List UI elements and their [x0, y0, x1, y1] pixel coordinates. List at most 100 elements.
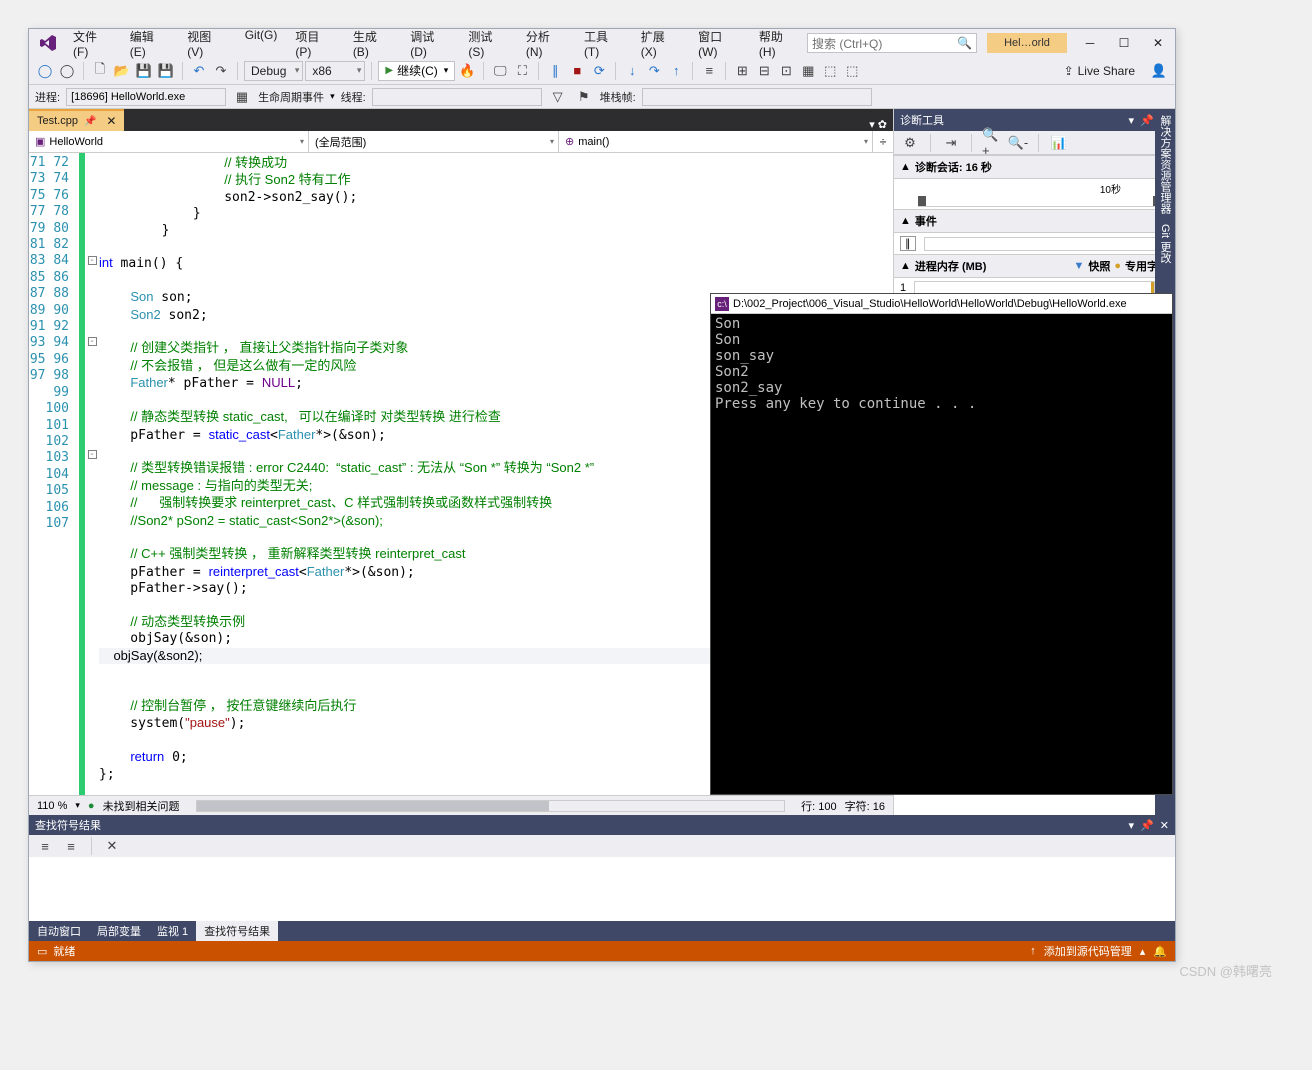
bottom-tab[interactable]: 自动窗口 — [29, 921, 89, 941]
pause-icon[interactable]: ∥ — [545, 61, 565, 81]
chart-icon[interactable]: 📊 — [1049, 133, 1069, 153]
menu-item[interactable]: 窗口(W) — [690, 24, 749, 63]
dropdown-icon[interactable]: ▾ — [1129, 819, 1135, 832]
lifecycle-icon[interactable]: ▦ — [232, 87, 252, 107]
nav-scope[interactable]: (全局范围) — [309, 131, 559, 152]
tool5-icon[interactable]: ▦ — [798, 61, 818, 81]
pause-events-icon[interactable]: ∥ — [900, 236, 916, 251]
tool7-icon[interactable]: ⬚ — [842, 61, 862, 81]
editor-statusbar: 110 % ▾ ● 未找到相关问题 行: 100 字符: 16 — [29, 795, 893, 815]
undo-icon[interactable]: ↶ — [189, 61, 209, 81]
console-window[interactable]: c:\ D:\002_Project\006_Visual_Studio\Hel… — [710, 293, 1173, 795]
file-tab[interactable]: Test.cpp 📌 ✕ — [29, 109, 124, 131]
bottom-tab[interactable]: 查找符号结果 — [196, 921, 278, 941]
export-icon[interactable]: ⇥ — [941, 133, 961, 153]
clear-icon[interactable]: ✕ — [102, 836, 122, 856]
new-icon[interactable]: 🗋 — [90, 61, 110, 81]
menu-item[interactable]: 视图(V) — [179, 24, 234, 63]
tool4-icon[interactable]: ⊡ — [776, 61, 796, 81]
results-list[interactable] — [29, 857, 1175, 921]
menu-item[interactable]: 生成(B) — [345, 24, 400, 63]
console-icon: c:\ — [715, 297, 729, 311]
menu-item[interactable]: 工具(T) — [576, 24, 631, 63]
redo-icon[interactable]: ↷ — [211, 61, 231, 81]
nav-function[interactable]: ⊕main() — [559, 131, 873, 152]
tool2-icon[interactable]: ⊞ — [732, 61, 752, 81]
close-icon[interactable]: ✕ — [1160, 819, 1169, 832]
step-into-icon[interactable]: ↓ — [622, 61, 642, 81]
menu-item[interactable]: Git(G) — [237, 24, 286, 63]
bottom-tab[interactable]: 局部变量 — [89, 921, 149, 941]
menu-item[interactable]: 分析(N) — [518, 24, 574, 63]
restart-icon[interactable]: ⟳ — [589, 61, 609, 81]
menu-item[interactable]: 编辑(E) — [122, 24, 177, 63]
git-changes-tab[interactable]: Git 更改 — [1157, 224, 1173, 263]
gear-icon[interactable]: ⚙ — [900, 133, 920, 153]
save-icon[interactable]: 💾 — [134, 61, 154, 81]
close-button[interactable]: ✕ — [1141, 31, 1175, 55]
h-scrollbar[interactable] — [196, 800, 786, 812]
saveall-icon[interactable]: 💾 — [156, 61, 176, 81]
minimize-button[interactable]: ─ — [1073, 31, 1107, 55]
filter-icon[interactable]: ▽ — [548, 87, 568, 107]
menu-item[interactable]: 调试(D) — [402, 24, 458, 63]
watermark: CSDN @韩曙亮 — [1179, 961, 1272, 980]
console-output: Son Son son_say Son2 son2_say Press any … — [711, 314, 1172, 414]
menu-item[interactable]: 扩展(X) — [633, 24, 688, 63]
tool6-icon[interactable]: ⬚ — [820, 61, 840, 81]
stop-icon[interactable]: ■ — [567, 61, 587, 81]
menu-item[interactable]: 测试(S) — [460, 24, 515, 63]
platform-dropdown[interactable]: x86 — [305, 61, 365, 81]
pin-icon[interactable]: 📌 — [84, 116, 96, 127]
screenshot-icon[interactable]: ⛶ — [512, 61, 532, 81]
pin-icon[interactable]: 📌 — [1140, 819, 1154, 832]
hot-reload-icon[interactable]: 🔥 — [457, 61, 477, 81]
flag-icon[interactable]: ⚑ — [574, 87, 594, 107]
maximize-button[interactable]: ☐ — [1107, 31, 1141, 55]
bottom-tab[interactable]: 监视 1 — [149, 921, 196, 941]
memory-row[interactable]: ▲进程内存 (MB) ▼快照 ●专用字节 — [894, 254, 1175, 278]
thread-dropdown[interactable] — [372, 88, 542, 106]
live-share-button[interactable]: ⇪ Live Share — [1064, 64, 1135, 78]
close-tab-icon[interactable]: ✕ — [106, 114, 116, 128]
step-over-icon[interactable]: ↷ — [644, 61, 664, 81]
zoom-out-icon[interactable]: 🔍- — [1008, 133, 1028, 153]
nav-project[interactable]: ▣HelloWorld — [29, 131, 309, 152]
open-icon[interactable]: 📂 — [112, 61, 132, 81]
menu-item[interactable]: 文件(F) — [65, 24, 120, 63]
menu-item[interactable]: 项目(P) — [287, 24, 342, 63]
find-results-title: 查找符号结果 — [35, 817, 101, 833]
stackframe-dropdown[interactable] — [642, 88, 872, 106]
split-icon[interactable]: ÷ — [873, 131, 893, 152]
account-icon[interactable]: 👤 — [1149, 61, 1169, 81]
forward-icon[interactable]: ◯ — [57, 61, 77, 81]
scm-up-icon[interactable]: ↑ — [1030, 945, 1036, 957]
notification-icon[interactable]: 🔔 — [1153, 945, 1167, 958]
search-icon: 🔍 — [957, 36, 972, 50]
share-icon: ⇪ — [1064, 64, 1074, 78]
continue-button[interactable]: ▶继续(C)▾ — [378, 61, 455, 81]
cursor-char: 字符: 16 — [845, 798, 885, 814]
expand-icon[interactable]: ≡ — [35, 836, 55, 856]
zoom-in-icon[interactable]: 🔍+ — [982, 133, 1002, 153]
zoom-level[interactable]: 110 % — [37, 800, 67, 812]
tab-overflow-icon[interactable]: ▾ ✿ — [863, 118, 893, 131]
auto-hide-icon[interactable]: ▾ — [1129, 114, 1135, 127]
pin-icon[interactable]: 📌 — [1140, 114, 1154, 127]
scm-label[interactable]: 添加到源代码管理 — [1044, 943, 1132, 959]
find-results-panel: 查找符号结果 ▾📌✕ ≡ ≡ ✕ 自动窗口局部变量监视 1查找符号结果 — [29, 815, 1175, 941]
tool3-icon[interactable]: ⊟ — [754, 61, 774, 81]
menu-item[interactable]: 帮助(H) — [751, 24, 807, 63]
collapse-icon[interactable]: ≡ — [61, 836, 81, 856]
stackframe-label: 堆栈帧: — [600, 89, 636, 105]
search-input[interactable]: 搜索 (Ctrl+Q) 🔍 — [807, 33, 977, 53]
config-dropdown[interactable]: Debug — [244, 61, 303, 81]
back-icon[interactable]: ◯ — [35, 61, 55, 81]
events-row[interactable]: ▲事件 — [894, 209, 1175, 233]
main-toolbar: ◯ ◯ 🗋 📂 💾 💾 ↶ ↷ Debug x86 ▶继续(C)▾ 🔥 🖵 ⛶ … — [29, 57, 1175, 85]
step-out-icon[interactable]: ↑ — [666, 61, 686, 81]
solution-explorer-tab[interactable]: 解决方案资源管理器 — [1157, 115, 1173, 214]
process-dropdown[interactable]: [18696] HelloWorld.exe — [66, 88, 226, 106]
tool1-icon[interactable]: ≡ — [699, 61, 719, 81]
browser-icon[interactable]: 🖵 — [490, 61, 510, 81]
